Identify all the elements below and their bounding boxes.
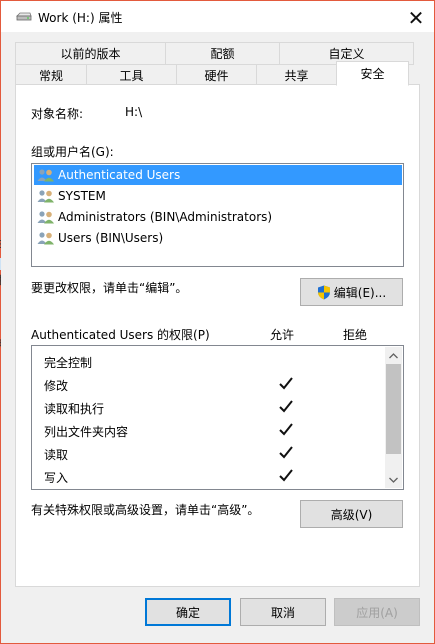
permission-row-write: 写入 <box>44 466 314 487</box>
edit-button-label: 编辑(E)... <box>333 285 387 300</box>
tab-label: 工具 <box>119 69 144 83</box>
user-name: Administrators (BIN\Administrators) <box>58 210 273 224</box>
object-name-label: 对象名称: <box>31 107 84 121</box>
permission-name: 读取 <box>44 448 69 462</box>
permission-row-read-execute: 读取和执行 <box>44 397 314 418</box>
close-button[interactable]: ✕ <box>397 2 435 33</box>
cancel-button[interactable]: 取消 <box>240 598 326 626</box>
uac-shield-icon <box>317 285 330 299</box>
permissions-scrollbar[interactable] <box>385 347 402 488</box>
users-listbox[interactable]: Authenticated Users SYSTEM Administrator… <box>31 163 404 267</box>
ok-button-label: 确定 <box>175 605 200 620</box>
list-item-users[interactable]: Users (BIN\Users) <box>34 228 402 248</box>
user-name: Authenticated Users <box>58 168 181 182</box>
users-group-icon <box>37 190 54 203</box>
close-icon: ✕ <box>407 5 425 30</box>
users-group-icon <box>37 169 54 182</box>
permission-name: 修改 <box>44 379 69 393</box>
apply-button-label: 应用(A) <box>356 605 398 620</box>
permission-row-modify: 修改 <box>44 374 314 395</box>
user-name: SYSTEM <box>58 189 106 203</box>
permission-name: 读取和执行 <box>44 402 105 416</box>
users-group-icon <box>37 211 54 224</box>
users-group-icon <box>37 232 54 245</box>
advanced-hint: 有关特殊权限或高级设置，请单击“高级”。 <box>31 503 260 517</box>
allow-check-icon <box>279 446 293 459</box>
list-item-system[interactable]: SYSTEM <box>34 186 402 206</box>
tab-label: 以前的版本 <box>60 47 121 61</box>
tab-label: 共享 <box>284 69 309 83</box>
chevron-down-icon <box>389 477 398 483</box>
advanced-button-label: 高级(V) <box>330 507 373 522</box>
deny-column-header: 拒绝 <box>343 328 368 342</box>
tab-quota[interactable]: 配额 <box>165 42 280 65</box>
tab-security[interactable]: 安全 <box>336 61 409 86</box>
user-name: Users (BIN\Users) <box>58 231 164 245</box>
ok-button[interactable]: 确定 <box>145 598 231 626</box>
allow-column-header: 允许 <box>270 328 295 342</box>
edit-button[interactable]: 编辑(E)... <box>300 278 403 306</box>
allow-check-icon <box>279 469 293 482</box>
allow-check-icon <box>279 423 293 436</box>
tab-previous-versions[interactable]: 以前的版本 <box>15 42 166 65</box>
chevron-up-icon <box>389 352 398 358</box>
permissions-label: Authenticated Users 的权限(P) <box>31 328 210 342</box>
permission-row-read: 读取 <box>44 443 314 464</box>
allow-check-icon <box>279 377 293 390</box>
scroll-down-button[interactable] <box>385 471 402 488</box>
tab-label: 安全 <box>360 67 385 81</box>
list-item-authenticated-users[interactable]: Authenticated Users <box>34 165 402 185</box>
scroll-thumb[interactable] <box>386 364 401 454</box>
permissions-list[interactable]: 完全控制 修改 读取和执行 列出文件夹内容 读取 写入 <box>31 345 404 490</box>
advanced-button[interactable]: 高级(V) <box>300 500 403 528</box>
drive-icon <box>16 12 32 21</box>
scroll-up-button[interactable] <box>385 347 402 364</box>
object-name-value: H:\ <box>125 105 143 119</box>
tab-label: 自定义 <box>328 47 365 61</box>
tab-label: 常规 <box>38 69 63 83</box>
permission-row-list-folder: 列出文件夹内容 <box>44 420 314 441</box>
list-item-administrators[interactable]: Administrators (BIN\Administrators) <box>34 207 402 227</box>
edit-hint: 要更改权限，请单击“编辑”。 <box>31 281 188 295</box>
apply-button[interactable]: 应用(A) <box>334 598 420 626</box>
permission-name: 写入 <box>44 471 69 485</box>
permission-row-full-control: 完全控制 <box>44 351 314 372</box>
groups-label: 组或用户名(G): <box>31 145 114 159</box>
allow-check-icon <box>279 400 293 413</box>
permission-name: 完全控制 <box>44 356 93 370</box>
title-bar: Work (H:) 属性 ✕ <box>1 1 434 32</box>
permission-name: 列出文件夹内容 <box>44 425 129 439</box>
tab-label: 配额 <box>210 47 235 61</box>
cancel-button-label: 取消 <box>270 605 295 620</box>
tab-label: 硬件 <box>204 69 229 83</box>
window-title: Work (H:) 属性 <box>38 11 123 25</box>
